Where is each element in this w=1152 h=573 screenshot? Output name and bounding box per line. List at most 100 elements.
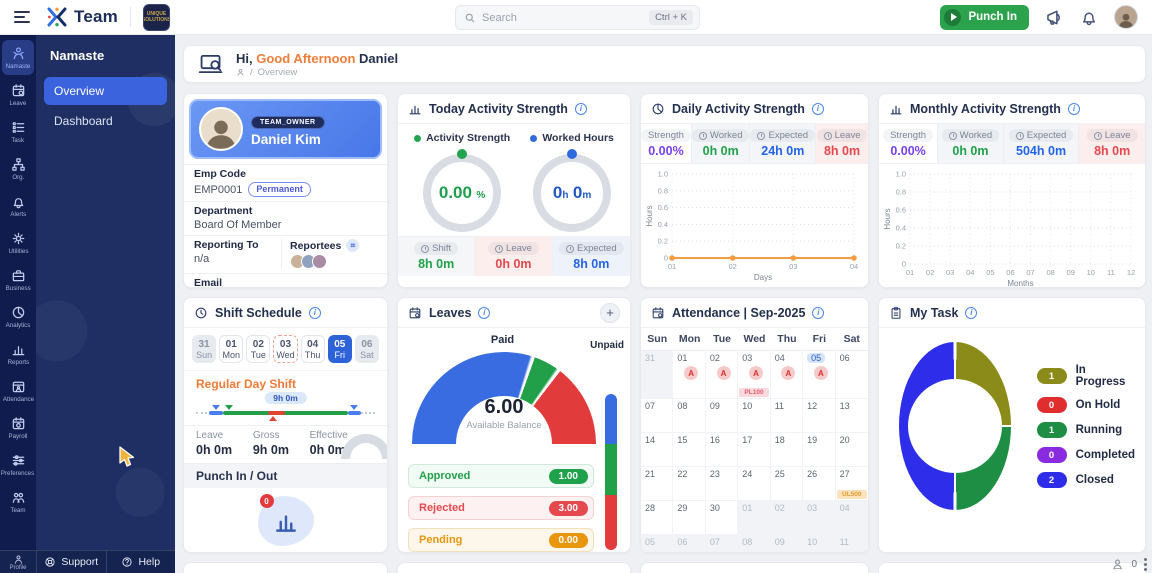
sidebar-rail-item-utilities[interactable]: Utilities <box>2 225 34 260</box>
activity-strength-legend: Activity Strength <box>414 132 510 144</box>
info-icon[interactable] <box>309 307 321 319</box>
calendar-day-07[interactable]: 07 <box>706 535 738 553</box>
notifications-bell-icon[interactable] <box>1080 8 1098 26</box>
calendar-day-30[interactable]: 30 <box>706 501 738 535</box>
support-button[interactable]: Support <box>36 551 106 573</box>
user-avatar[interactable] <box>1114 5 1138 29</box>
company-logo-badge[interactable]: UNIQUE SOLUTIONS <box>143 4 170 31</box>
monthly-activity-icon <box>889 102 903 116</box>
calendar-day-22[interactable]: 22 <box>673 467 705 501</box>
help-button[interactable]: Help <box>106 551 176 573</box>
calendar-day-03[interactable]: 03 <box>803 501 835 535</box>
sidebar-rail-item-alerts[interactable]: Alerts <box>2 188 34 223</box>
calendar-day-28[interactable]: 28 <box>641 501 673 535</box>
info-icon[interactable] <box>812 307 824 319</box>
calendar-day-15[interactable]: 15 <box>673 433 705 467</box>
sidebar-rail-item-leave[interactable]: Leave <box>2 77 34 112</box>
hierarchy-icon[interactable]: ⌗ <box>346 239 359 252</box>
calendar-day-11[interactable]: 11 <box>771 399 803 433</box>
calendar-day-04[interactable]: 04 <box>836 501 868 535</box>
calendar-day-04[interactable]: 04A <box>771 351 803 399</box>
shift-day-fri[interactable]: 05Fri <box>328 335 352 363</box>
shift-day-tue[interactable]: 02Tue <box>246 335 270 363</box>
svg-text:0.6: 0.6 <box>896 206 906 215</box>
calendar-day-19[interactable]: 19 <box>803 433 835 467</box>
shift-name: Regular Day Shift <box>184 371 387 391</box>
calendar-day-06[interactable]: 06 <box>836 351 868 399</box>
calendar-day-01[interactable]: 01 <box>738 501 770 535</box>
calendar-day-10[interactable]: 10 <box>738 399 770 433</box>
department-row: Department Board Of Member <box>184 201 387 235</box>
shift-day-sun[interactable]: 31Sun <box>192 335 216 363</box>
calendar-day-25[interactable]: 25 <box>771 467 803 501</box>
calendar-day-08[interactable]: 08 <box>738 535 770 553</box>
clipboard-icon <box>889 306 903 320</box>
sidebar-rail-item-namaste[interactable]: Namaste <box>2 40 34 75</box>
sidebar-item-overview[interactable]: Overview <box>44 77 167 105</box>
info-icon[interactable] <box>478 307 490 319</box>
sidebar-rail-item-preferences[interactable]: Preferences <box>2 447 34 482</box>
calendar-day-17[interactable]: 17 <box>738 433 770 467</box>
sidebar-rail-item-analytics[interactable]: Analytics <box>2 299 34 334</box>
calendar-day-20[interactable]: 20 <box>836 433 868 467</box>
leave-calendar-icon <box>11 83 26 98</box>
announcements-megaphone-icon[interactable] <box>1045 8 1064 27</box>
calendar-day-09[interactable]: 09 <box>771 535 803 553</box>
calendar-day-05[interactable]: 05 <box>641 535 673 553</box>
punch-in-button[interactable]: Punch In <box>940 5 1029 30</box>
info-icon[interactable] <box>965 307 977 319</box>
sidebar-item-dashboard[interactable]: Dashboard <box>44 107 167 135</box>
calendar-day-13[interactable]: 13 <box>836 399 868 433</box>
calendar-day-16[interactable]: 16 <box>706 433 738 467</box>
global-search[interactable]: Ctrl + K <box>455 5 700 30</box>
breadcrumb-current[interactable]: Overview <box>258 67 298 78</box>
calendar-day-11[interactable]: 11 <box>836 535 868 553</box>
more-options-kebab-icon[interactable] <box>1144 558 1147 571</box>
calendar-day-09[interactable]: 09 <box>706 399 738 433</box>
calendar-day-08[interactable]: 08 <box>673 399 705 433</box>
calendar-day-23[interactable]: 23 <box>706 467 738 501</box>
profile-hero[interactable]: TEAM_OWNER Daniel Kim <box>189 99 382 159</box>
calendar-day-26[interactable]: 26 <box>803 467 835 501</box>
sidebar-rail-item-attendance[interactable]: Attendance <box>2 373 34 408</box>
help-question-icon <box>121 556 133 568</box>
info-icon[interactable] <box>575 103 587 115</box>
stat-leave: Leave8h 0m <box>816 124 868 163</box>
calendar-day-10[interactable]: 10 <box>803 535 835 553</box>
sidebar-rail-item-task[interactable]: Task <box>2 114 34 149</box>
sidebar-item-profile[interactable]: Profile <box>0 551 36 573</box>
sidebar-rail-item-payroll[interactable]: Payroll <box>2 410 34 445</box>
sidebar-rail-item-business[interactable]: Business <box>2 262 34 297</box>
calendar-day-29[interactable]: 29 <box>673 501 705 535</box>
emp-code-row: Emp Code EMP0001 Permanent <box>184 164 387 201</box>
calendar-day-02[interactable]: 02 <box>771 501 803 535</box>
calendar-day-03[interactable]: 03APL100 <box>738 351 770 399</box>
reportees-avatars[interactable] <box>290 254 377 269</box>
calendar-day-24[interactable]: 24 <box>738 467 770 501</box>
calendar-day-02[interactable]: 02A <box>706 351 738 399</box>
calendar-day-06[interactable]: 06 <box>673 535 705 553</box>
sidebar-rail-item-reports[interactable]: Reports <box>2 336 34 371</box>
calendar-day-05[interactable]: 05A <box>803 351 835 399</box>
shift-day-thu[interactable]: 04Thu <box>301 335 325 363</box>
sidebar-rail-item-org[interactable]: Org. <box>2 151 34 186</box>
shift-day-wed[interactable]: 03Wed <box>273 335 297 363</box>
shift-day-sat[interactable]: 06Sat <box>355 335 379 363</box>
emp-code-value: EMP0001 <box>194 184 242 196</box>
info-icon[interactable] <box>1068 103 1080 115</box>
add-leave-button[interactable]: + <box>600 303 620 323</box>
sidebar-rail-item-team[interactable]: Team <box>2 484 34 519</box>
calendar-day-07[interactable]: 07 <box>641 399 673 433</box>
calendar-day-18[interactable]: 18 <box>771 433 803 467</box>
calendar-day-27[interactable]: 27UL500 <box>836 467 868 501</box>
hamburger-menu-icon[interactable] <box>14 11 30 23</box>
calendar-day-12[interactable]: 12 <box>803 399 835 433</box>
calendar-day-01[interactable]: 01A <box>673 351 705 399</box>
info-icon[interactable] <box>812 103 824 115</box>
calendar-day-31[interactable]: 31 <box>641 351 673 399</box>
calendar-day-21[interactable]: 21 <box>641 467 673 501</box>
shift-day-mon[interactable]: 01Mon <box>219 335 243 363</box>
search-input[interactable] <box>482 12 643 24</box>
calendar-day-14[interactable]: 14 <box>641 433 673 467</box>
app-logo[interactable]: Team <box>46 6 118 28</box>
